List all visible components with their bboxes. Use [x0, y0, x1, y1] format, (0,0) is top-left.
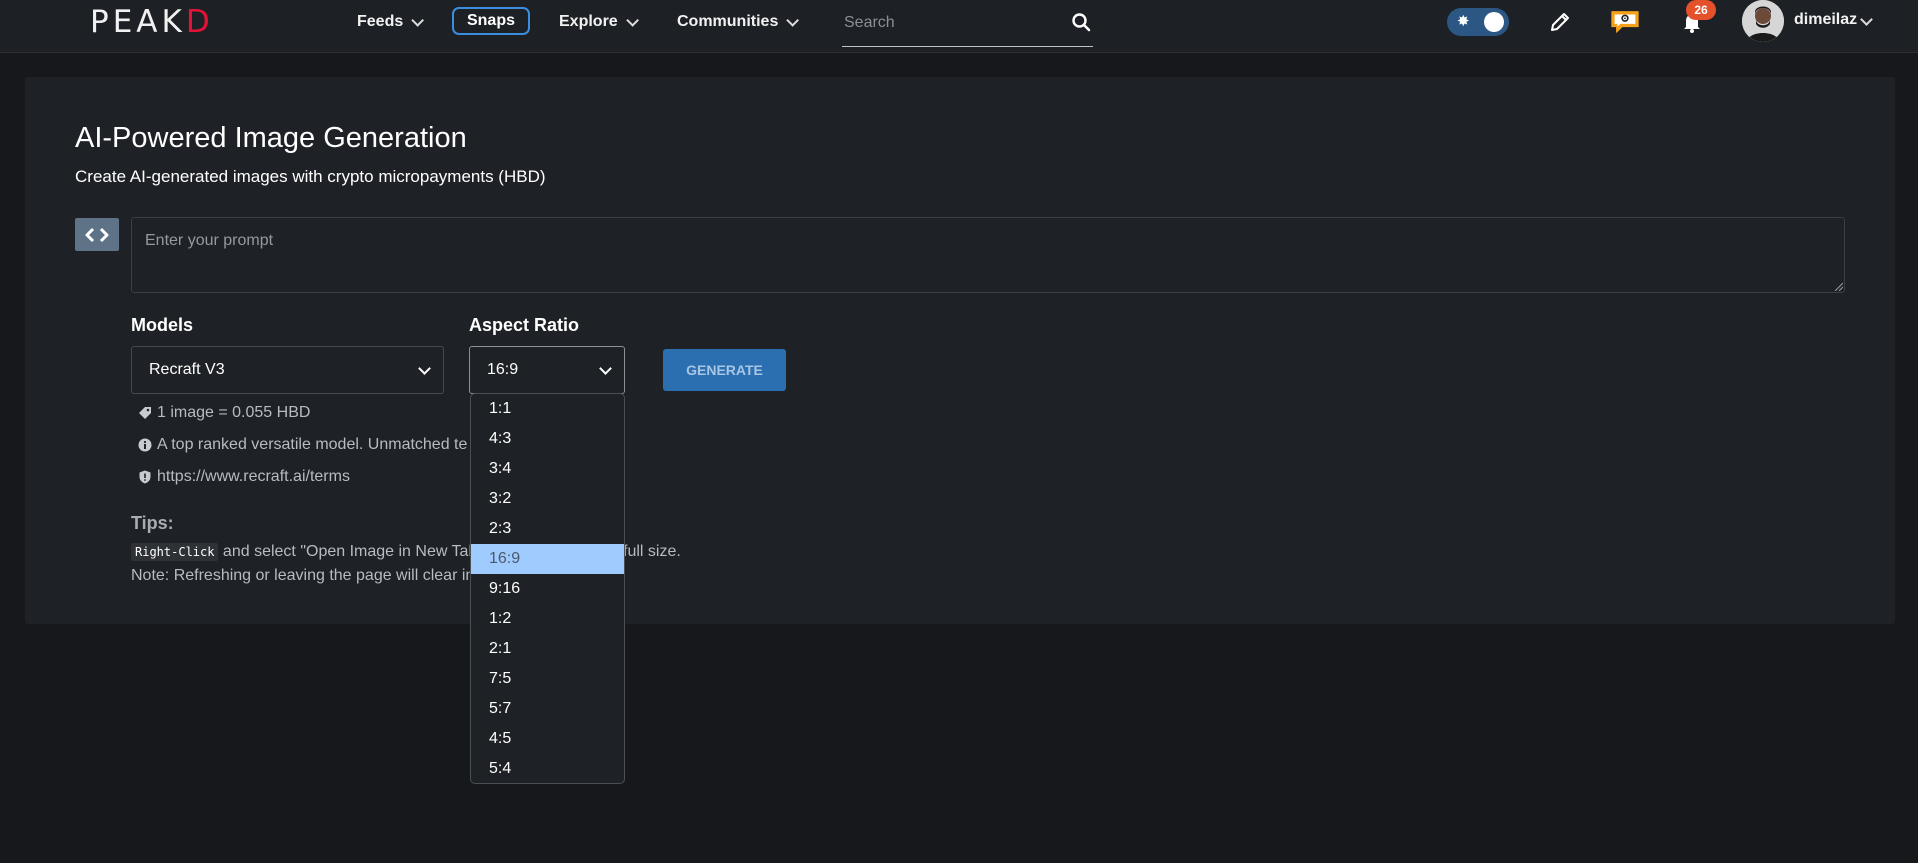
model-description-text: A top ranked versatile model. Unmatched …	[157, 436, 468, 453]
aspect-ratio-option[interactable]: 1:1	[471, 394, 624, 424]
nav-communities[interactable]: Communities	[677, 0, 800, 44]
aspect-ratio-option[interactable]: 5:7	[471, 694, 624, 724]
chevron-down-icon	[786, 13, 800, 27]
nav-snaps-button[interactable]: Snaps	[452, 7, 530, 35]
search-bar	[842, 6, 1093, 47]
page-title: AI-Powered Image Generation	[75, 122, 467, 154]
top-navbar: PEAKD Feeds Snaps Explore Communities ✸	[0, 0, 1918, 53]
username[interactable]: dimeilaz	[1794, 11, 1857, 29]
chevron-down-icon[interactable]	[1860, 13, 1873, 26]
search-input[interactable]	[842, 6, 1066, 40]
avatar[interactable]	[1742, 0, 1784, 42]
code-toggle-button[interactable]	[75, 218, 119, 251]
page-subtitle: Create AI-generated images with crypto m…	[75, 167, 546, 186]
tips-title: Tips:	[131, 513, 174, 533]
prompt-textarea[interactable]	[131, 217, 1845, 293]
notification-badge: 26	[1686, 0, 1716, 20]
aspect-ratio-option[interactable]: 1:2	[471, 604, 624, 634]
chevron-down-icon	[599, 362, 612, 375]
tip-line-1-text: and select "Open Image in New Tab	[218, 543, 478, 560]
sun-icon: ✸	[1457, 13, 1470, 30]
toggle-knob	[1484, 12, 1504, 32]
nav-explore-label: Explore	[559, 13, 618, 30]
models-label: Models	[131, 315, 194, 335]
models-selected-value: Recraft V3	[149, 361, 225, 378]
aspect-ratio-option[interactable]: 3:4	[471, 454, 624, 484]
aspect-ratio-select[interactable]: 16:9	[469, 346, 625, 394]
chat-icon	[1611, 11, 1639, 33]
aspect-ratio-option[interactable]: 4:5	[471, 724, 624, 754]
shield-icon	[139, 470, 151, 484]
generate-button[interactable]: GENERATE	[663, 349, 786, 391]
logo-text-right: D	[185, 4, 214, 40]
aspect-ratio-option[interactable]: 2:3	[471, 514, 624, 544]
nav-feeds-label: Feeds	[357, 13, 404, 30]
aspect-ratio-option[interactable]: 3:2	[471, 484, 624, 514]
nav-feeds[interactable]: Feeds	[357, 0, 425, 44]
price-info: 1 image = 0.055 HBD	[138, 404, 310, 422]
chat-button[interactable]	[1609, 8, 1641, 36]
price-text: 1 image = 0.055 HBD	[157, 404, 311, 421]
terms-info: https://www.recraft.ai/terms	[138, 468, 350, 486]
tip-line-2: Note: Refreshing or leaving the page wil…	[131, 567, 488, 584]
nav-communities-label: Communities	[677, 13, 779, 30]
search-icon[interactable]	[1071, 12, 1091, 32]
model-description: A top ranked versatile model. Unmatched …	[138, 436, 467, 454]
terms-link[interactable]: https://www.recraft.ai/terms	[157, 468, 350, 486]
tag-icon	[139, 407, 151, 419]
right-click-key: Right-Click	[131, 543, 219, 561]
chevron-down-icon	[418, 362, 431, 375]
peakd-logo[interactable]: PE AK D	[90, 4, 214, 40]
logo-text-left: PE	[90, 4, 137, 40]
aspect-ratio-option[interactable]: 4:3	[471, 424, 624, 454]
resize-handle-icon[interactable]	[1833, 281, 1843, 291]
info-icon	[138, 438, 152, 452]
aspect-ratio-options-list: 1:1 4:3 3:4 3:2 2:3 16:9 9:16 1:2 2:1 7:5 5:7 4:5 5:…	[470, 393, 625, 784]
models-select[interactable]: Recraft V3	[131, 346, 444, 394]
nav-explore[interactable]: Explore	[559, 0, 639, 44]
tip-line-1-end: full size.	[623, 543, 681, 560]
logo-text-mid: AK	[136, 4, 186, 40]
code-icon	[85, 227, 109, 242]
nav-snaps-label: Snaps	[466, 12, 515, 29]
chevron-down-icon	[411, 13, 425, 27]
write-post-button[interactable]	[1544, 8, 1576, 36]
pencil-icon	[1551, 13, 1569, 31]
aspect-ratio-option[interactable]: 7:5	[471, 664, 624, 694]
tip-line-1: Right-Click and select "Open Image in Ne…	[131, 543, 477, 561]
aspect-ratio-option[interactable]: 9:16	[471, 574, 624, 604]
theme-toggle[interactable]: ✸	[1447, 8, 1509, 36]
aspect-ratio-option[interactable]: 2:1	[471, 634, 624, 664]
avatar-image	[1742, 0, 1784, 42]
aspect-ratio-option[interactable]: 5:4	[471, 754, 624, 783]
aspect-ratio-option[interactable]: 16:9	[471, 544, 624, 574]
image-generation-card: AI-Powered Image Generation Create AI-ge…	[25, 77, 1895, 624]
aspect-ratio-selected-value: 16:9	[487, 361, 519, 378]
chevron-down-icon	[625, 13, 639, 27]
aspect-ratio-label: Aspect Ratio	[469, 315, 580, 335]
